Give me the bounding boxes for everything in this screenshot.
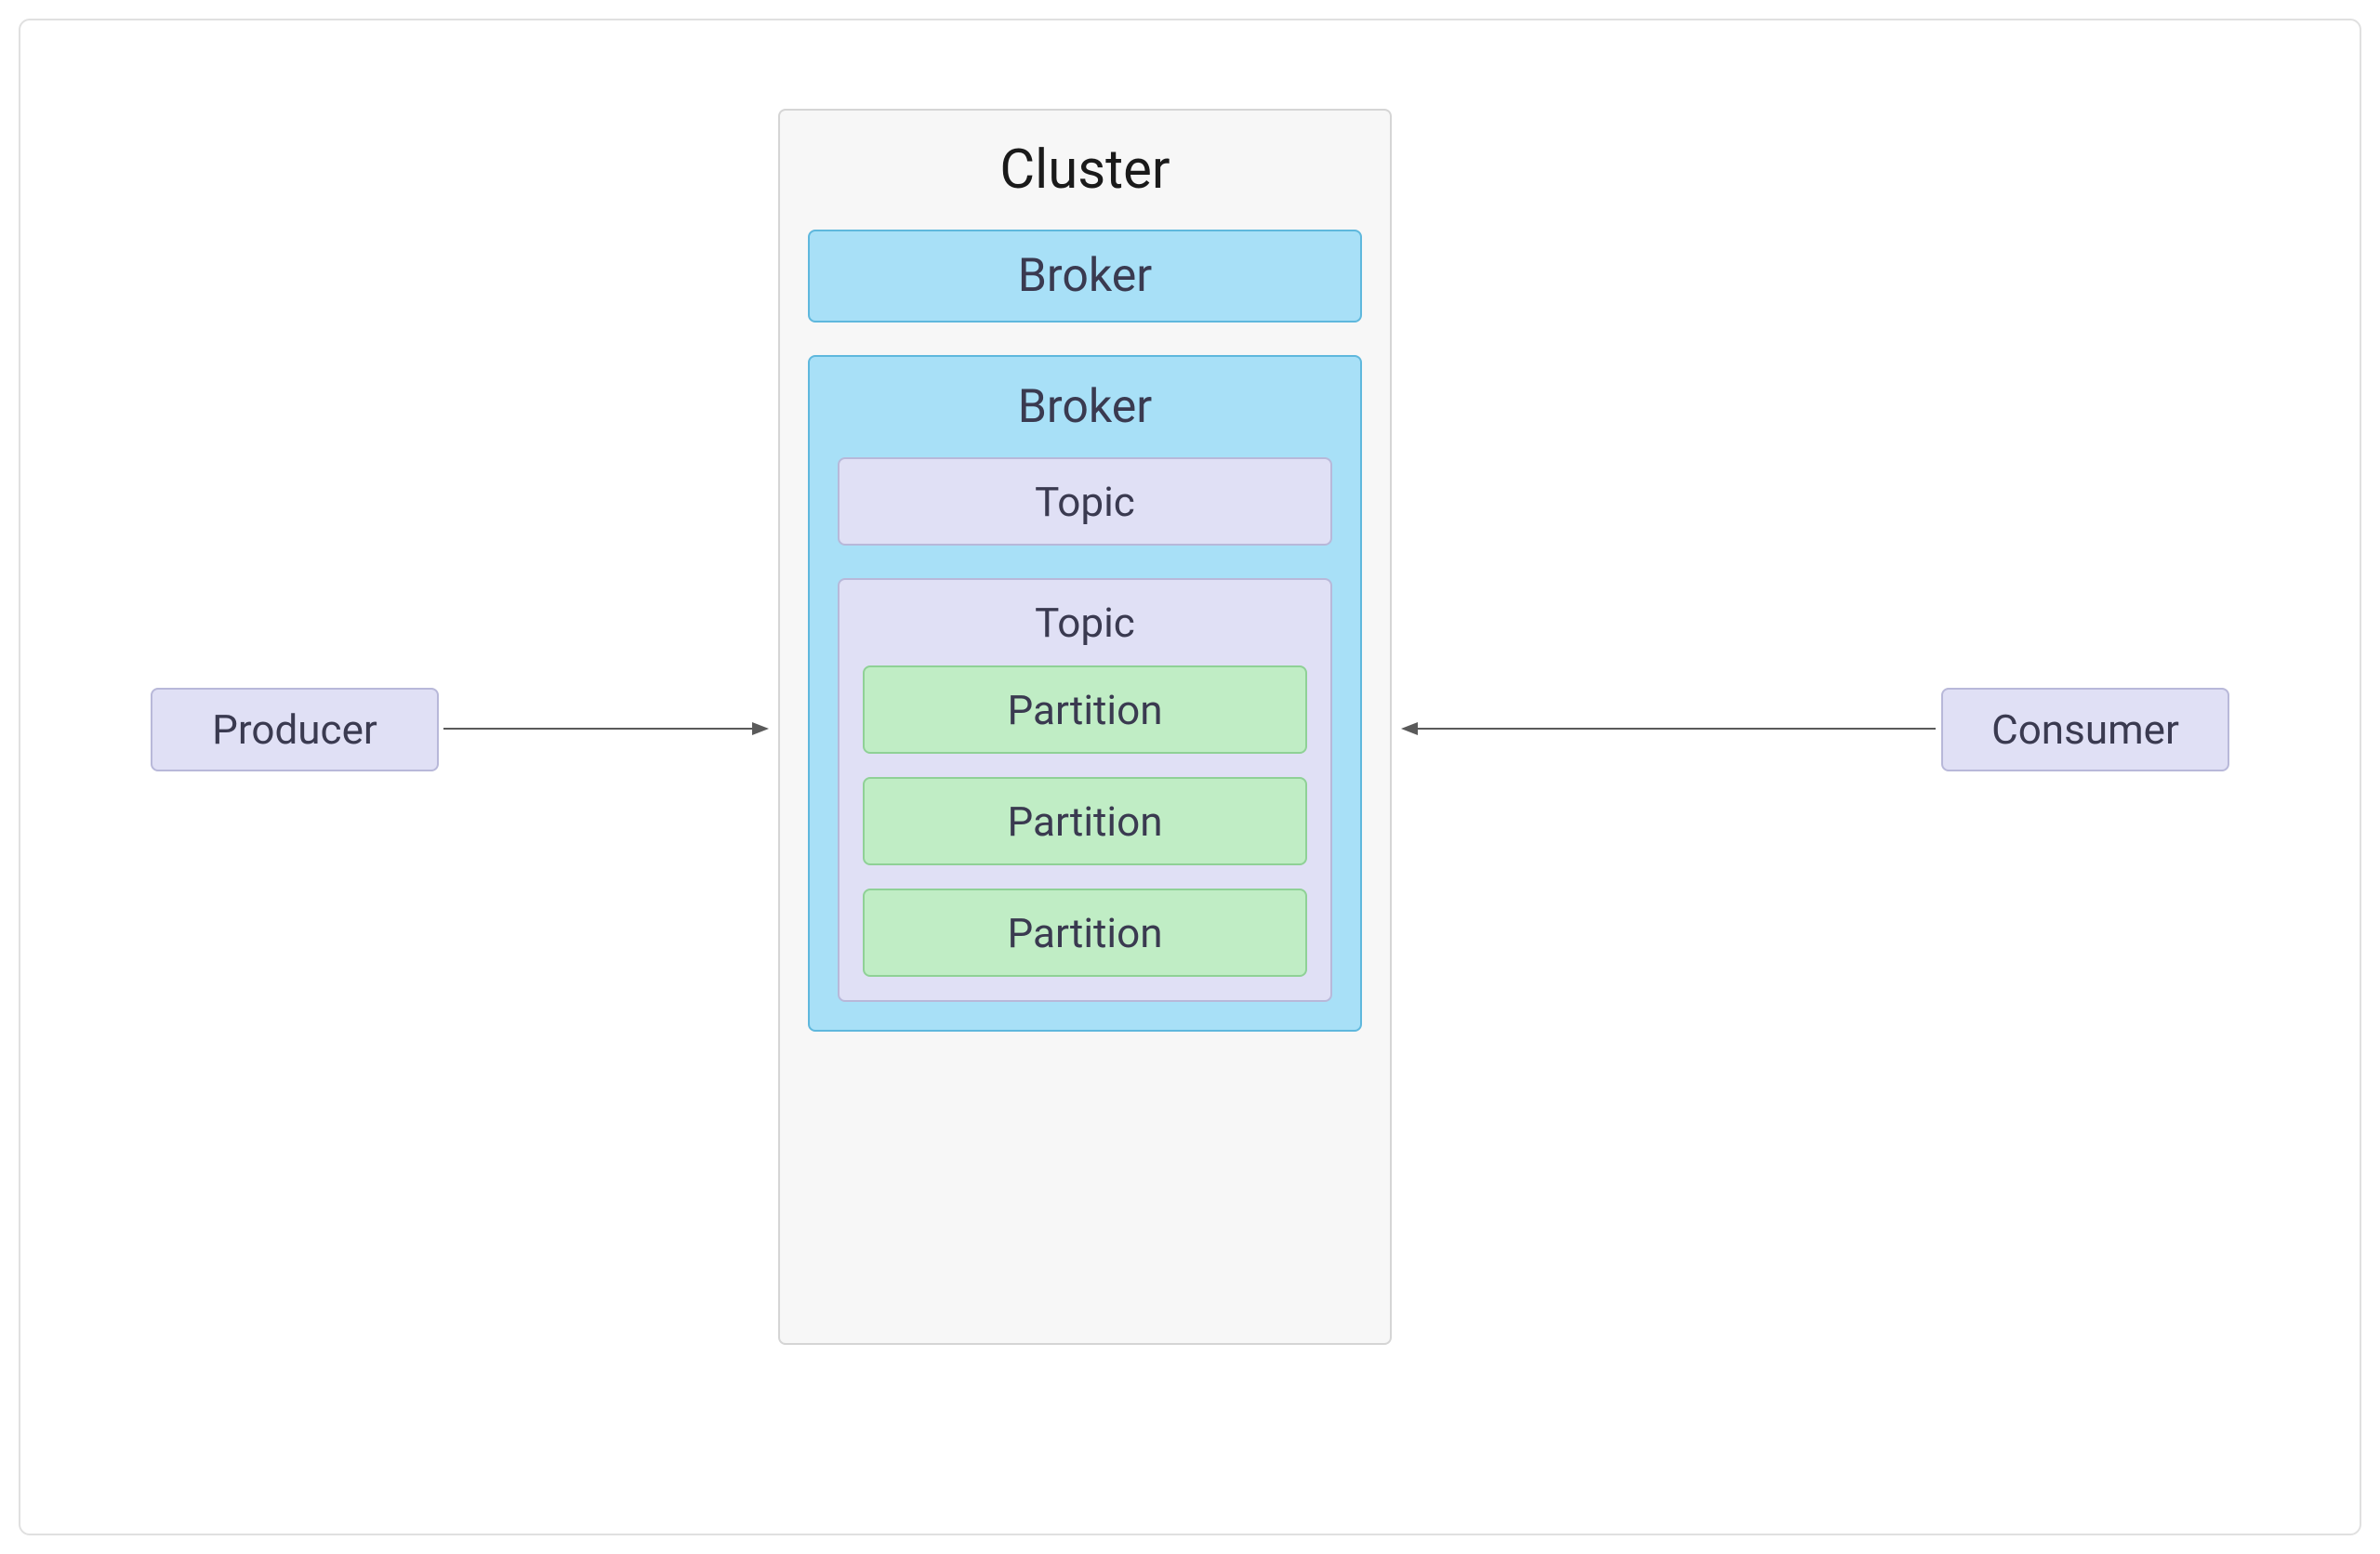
arrow-producer-to-cluster bbox=[443, 719, 769, 738]
partition-label: Partition bbox=[1007, 797, 1162, 846]
producer-label: Producer bbox=[212, 705, 377, 754]
partition-box: Partition bbox=[863, 777, 1307, 865]
partition-label: Partition bbox=[1007, 686, 1162, 734]
partition-label: Partition bbox=[1007, 909, 1162, 957]
consumer-box: Consumer bbox=[1941, 688, 2229, 771]
topic-expanded-label: Topic bbox=[863, 599, 1307, 647]
broker-expanded-box: Broker Topic Topic Partition Partition P… bbox=[808, 355, 1362, 1032]
topic-expanded-box: Topic Partition Partition Partition bbox=[838, 578, 1332, 1002]
broker-simple-box: Broker bbox=[808, 230, 1362, 323]
consumer-label: Consumer bbox=[1991, 705, 2179, 754]
diagram-area: Producer Cluster Broker Broker Topic Top… bbox=[20, 20, 2360, 1534]
arrow-consumer-to-cluster bbox=[1401, 719, 1936, 738]
broker-simple-label: Broker bbox=[1018, 249, 1152, 303]
partition-box: Partition bbox=[863, 889, 1307, 977]
topic-simple-box: Topic bbox=[838, 457, 1332, 546]
partition-box: Partition bbox=[863, 665, 1307, 754]
broker-expanded-label: Broker bbox=[838, 380, 1332, 434]
producer-box: Producer bbox=[151, 688, 439, 771]
topic-simple-label: Topic bbox=[1035, 478, 1135, 526]
cluster-box: Cluster Broker Broker Topic Topic Partit… bbox=[778, 109, 1392, 1345]
diagram-container: Producer Cluster Broker Broker Topic Top… bbox=[19, 19, 2361, 1535]
cluster-title: Cluster bbox=[808, 138, 1362, 202]
